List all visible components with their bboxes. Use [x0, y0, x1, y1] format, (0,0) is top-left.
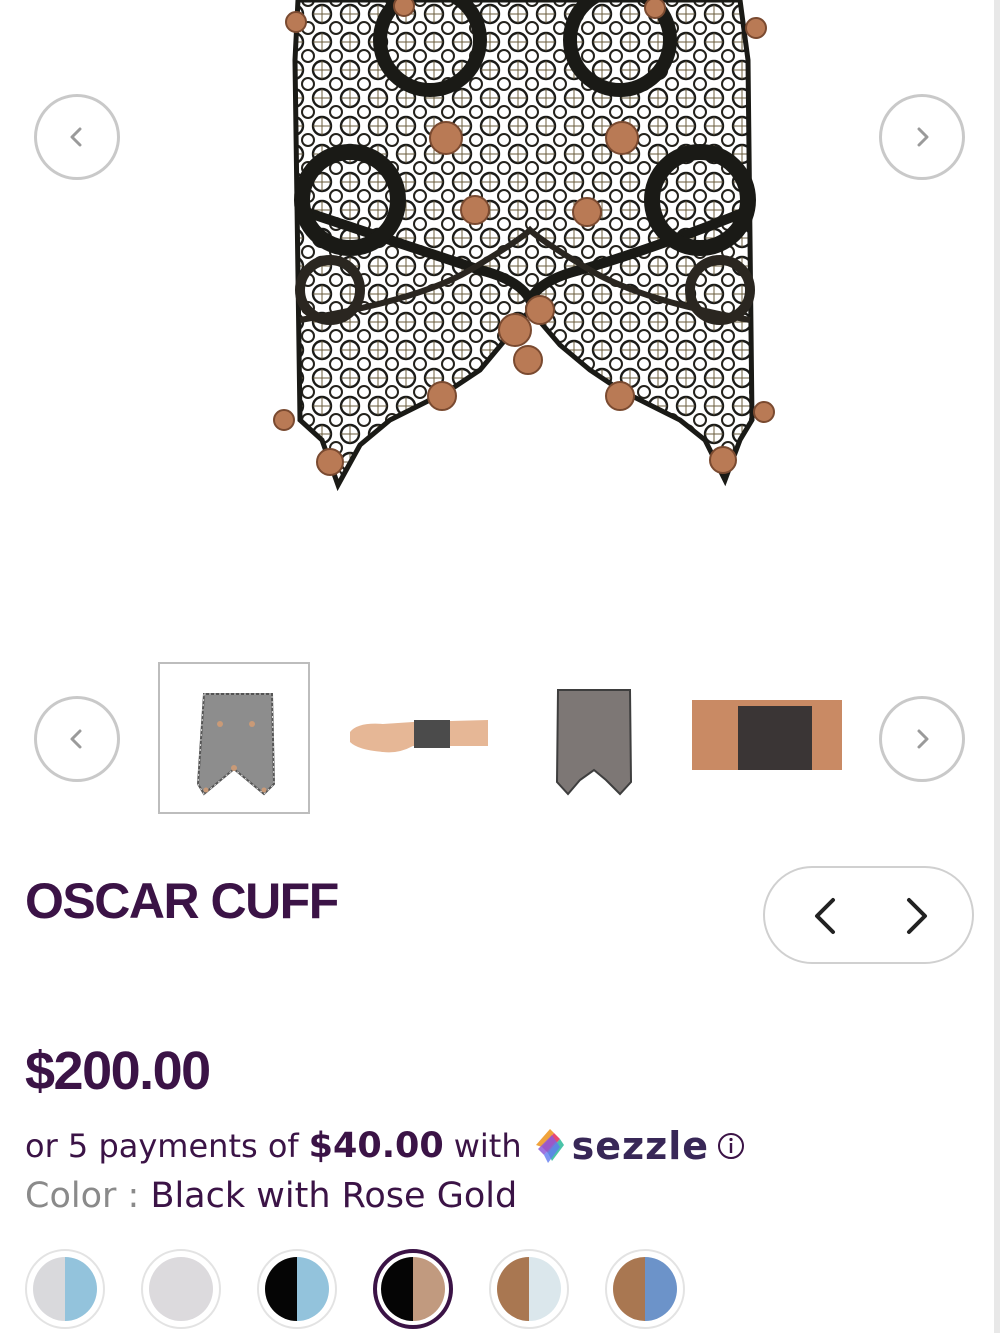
sezzle-wordmark: sezzle: [571, 1124, 710, 1168]
swatch-fill: [265, 1257, 329, 1321]
sezzle-amount: $40.00: [308, 1126, 444, 1166]
color-swatch-2[interactable]: [141, 1249, 221, 1329]
swatch-fill: [613, 1257, 677, 1321]
chevron-right-icon: [917, 729, 929, 749]
thumbnail-1[interactable]: [158, 662, 310, 814]
swatch-left-color: [381, 1257, 413, 1321]
swatch-right-color: [645, 1257, 677, 1321]
swatch-right-color: [181, 1257, 213, 1321]
prev-product-icon[interactable]: [803, 892, 851, 940]
thumbnail-cuff-back-image: [555, 689, 633, 796]
sezzle-logo[interactable]: sezzle: [530, 1124, 709, 1168]
chevron-left-icon: [70, 729, 82, 749]
swatch-fill: [497, 1257, 561, 1321]
scrollbar[interactable]: [994, 0, 1000, 1333]
product-main-image: [0, 0, 994, 640]
swatch-right-color: [413, 1257, 445, 1321]
swatch-left-color: [33, 1257, 65, 1321]
sezzle-installments[interactable]: or 5 payments of $40.00 with sezzle: [25, 1122, 745, 1170]
swatch-fill: [381, 1257, 445, 1321]
product-nav: [763, 866, 974, 964]
color-swatch-1[interactable]: [25, 1249, 105, 1329]
color-selection-label: Color : Black with Rose Gold: [25, 1176, 517, 1216]
thumbnail-3[interactable]: [518, 662, 670, 814]
swatch-right-color: [65, 1257, 97, 1321]
gallery-prev-button[interactable]: [34, 94, 120, 180]
swatch-fill: [33, 1257, 97, 1321]
lace-cuff-image: [273, 0, 775, 492]
swatch-left-color: [613, 1257, 645, 1321]
swatch-right-color: [529, 1257, 561, 1321]
swatch-fill: [149, 1257, 213, 1321]
chevron-left-icon: [70, 127, 82, 147]
thumbnail-wrist-closeup-image: [692, 700, 842, 770]
scrollbar-thumb[interactable]: [994, 0, 1000, 1333]
thumbnail-next-button[interactable]: [879, 696, 965, 782]
swatch-left-color: [265, 1257, 297, 1321]
sezzle-logo-icon: [535, 1129, 564, 1163]
gallery-next-button[interactable]: [879, 94, 965, 180]
color-value: Black with Rose Gold: [150, 1176, 518, 1216]
color-swatch-6[interactable]: [605, 1249, 685, 1329]
thumbnail-2[interactable]: [338, 662, 490, 814]
thumbnail-4[interactable]: [690, 662, 842, 814]
color-swatch-3[interactable]: [257, 1249, 337, 1329]
thumbnail-prev-button[interactable]: [34, 696, 120, 782]
sezzle-with: with: [453, 1127, 522, 1165]
thumbnail-hand-side-image: [350, 720, 488, 753]
color-swatch-5[interactable]: [489, 1249, 569, 1329]
swatch-left-color: [497, 1257, 529, 1321]
product-price: $200.00: [25, 1041, 211, 1101]
swatch-right-color: [297, 1257, 329, 1321]
swatch-left-color: [149, 1257, 181, 1321]
product-title: OSCAR CUFF: [25, 873, 339, 929]
chevron-right-icon: [917, 127, 929, 147]
info-icon[interactable]: [717, 1132, 745, 1160]
sezzle-prefix: or 5 payments of: [25, 1127, 299, 1165]
thumbnail-cuff-front-image: [196, 693, 276, 796]
color-swatch-4[interactable]: [373, 1249, 453, 1329]
next-product-icon[interactable]: [891, 892, 939, 940]
color-label: Color :: [25, 1176, 140, 1216]
